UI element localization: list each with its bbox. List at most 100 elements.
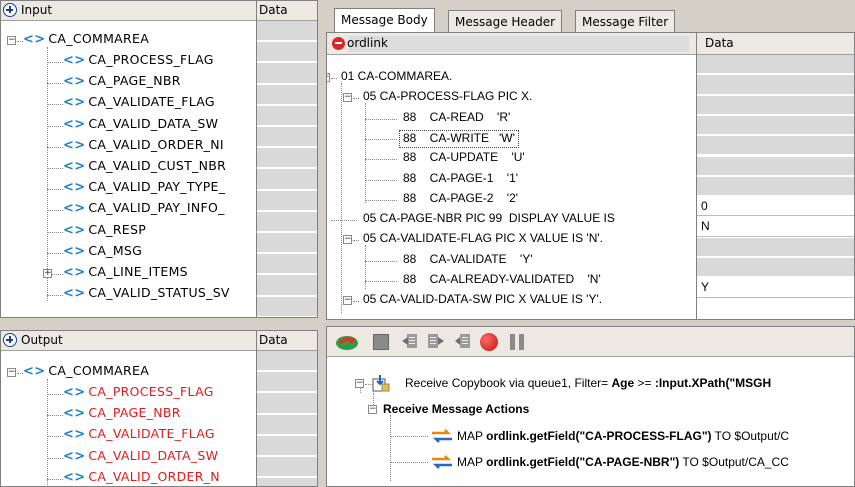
- tab-message-header[interactable]: Message Header: [448, 10, 563, 32]
- copybook-field[interactable]: 01 CA-COMMAREA.: [341, 69, 452, 87]
- collapse-icon[interactable]: [332, 37, 345, 50]
- data-cell[interactable]: [257, 211, 317, 232]
- tab-message-filter[interactable]: Message Filter: [575, 10, 676, 32]
- data-cell[interactable]: [257, 296, 317, 317]
- data-cell[interactable]: [697, 176, 854, 197]
- tab-message-body[interactable]: Message Body: [334, 8, 435, 32]
- tree-item[interactable]: <> CA_VALIDATE_FLAG: [63, 94, 256, 113]
- tree-item[interactable]: <> CA_LINE_ITEMS: [63, 264, 256, 283]
- tree-root[interactable]: <> CA_COMMAREA: [23, 31, 149, 50]
- tree-item[interactable]: <> CA_VALID_PAY_INFO_: [63, 200, 256, 219]
- copybook-field[interactable]: 88 CA-WRITE 'W': [399, 129, 519, 148]
- data-cell[interactable]: [697, 115, 854, 136]
- data-cell[interactable]: Y: [697, 278, 854, 298]
- data-cell[interactable]: [257, 148, 317, 169]
- data-cell[interactable]: [257, 84, 317, 105]
- data-cell[interactable]: [257, 169, 317, 190]
- data-cell[interactable]: [257, 275, 317, 296]
- tree-item[interactable]: <> CA_VALID_ORDER_N: [63, 469, 256, 486]
- tree-item[interactable]: <> CA_VALID_ORDER_NI: [63, 137, 256, 156]
- collapse-toggle[interactable]: −: [368, 405, 377, 414]
- tree-item[interactable]: <> CA_VALID_DATA_SW: [63, 448, 256, 467]
- tree-item[interactable]: <> CA_VALID_PAY_TYPE_: [63, 179, 256, 198]
- stop-icon[interactable]: [373, 334, 389, 350]
- data-cell[interactable]: [697, 136, 854, 156]
- tree-item[interactable]: <> CA_PROCESS_FLAG: [63, 52, 256, 71]
- data-cell[interactable]: [257, 478, 317, 486]
- map-action-1[interactable]: MAP ordlink.getField("CA-PROCESS-FLAG") …: [457, 429, 789, 443]
- collapse-toggle[interactable]: −: [7, 368, 16, 377]
- tree-item[interactable]: <> CA_VALID_STATUS_SV: [63, 285, 256, 304]
- copybook-field[interactable]: 05 CA-VALIDATE-FLAG PIC X VALUE IS 'N'.: [363, 231, 603, 249]
- breakpoint-icon[interactable]: [480, 333, 498, 351]
- copybook-field[interactable]: 88 CA-ALREADY-VALIDATED 'N': [403, 272, 601, 290]
- data-cell[interactable]: [257, 105, 317, 126]
- tree-item[interactable]: <> CA_PAGE_NBR: [63, 405, 256, 424]
- collapse-toggle[interactable]: −: [327, 73, 330, 82]
- collapse-toggle[interactable]: −: [355, 379, 364, 388]
- group-label: Receive Message Actions: [383, 402, 530, 416]
- tree-item[interactable]: <> CA_PAGE_NBR: [63, 73, 256, 92]
- data-cell[interactable]: [257, 414, 317, 435]
- data-cell[interactable]: [257, 435, 317, 456]
- copybook-field[interactable]: 88 CA-UPDATE 'U': [403, 150, 525, 168]
- pause-icon[interactable]: [510, 334, 524, 350]
- copybook-field[interactable]: 05 CA-PROCESS-FLAG PIC X.: [363, 89, 532, 107]
- tree-item-label: CA_PAGE_NBR: [88, 405, 181, 421]
- copybook-field[interactable]: 88 CA-VALIDATE 'Y': [403, 252, 533, 270]
- copybook-field[interactable]: 88 CA-PAGE-1 '1': [403, 171, 518, 189]
- data-cell[interactable]: [257, 351, 317, 372]
- receive-action[interactable]: Receive Copybook via queue1, Filter= Age…: [405, 376, 771, 390]
- map-target: TO $Output/C: [711, 429, 790, 443]
- data-cell[interactable]: [257, 42, 317, 63]
- tree-line: [365, 281, 397, 282]
- tree-line: [365, 245, 366, 290]
- data-cell[interactable]: [257, 457, 317, 478]
- tree-item[interactable]: <> CA_VALID_DATA_SW: [63, 116, 256, 135]
- copybook-field[interactable]: 88 CA-PAGE-2 '2': [403, 191, 518, 209]
- copybook-field[interactable]: 88 CA-READ 'R': [403, 110, 510, 128]
- tree-item[interactable]: <> CA_VALID_CUST_NBR: [63, 158, 256, 177]
- tree-item[interactable]: <> CA_VALIDATE_FLAG: [63, 426, 256, 445]
- data-cell[interactable]: [697, 55, 854, 75]
- step-into-icon[interactable]: [427, 333, 445, 351]
- copybook-field[interactable]: 05 CA-VALID-DATA-SW PIC X VALUE IS 'Y'.: [363, 292, 602, 310]
- expand-toggle[interactable]: +: [43, 269, 52, 278]
- step-out-icon[interactable]: [454, 333, 472, 351]
- tree-root[interactable]: <> CA_COMMAREA: [23, 363, 149, 382]
- data-cell[interactable]: N: [697, 217, 854, 237]
- tree-item[interactable]: <> CA_MSG: [63, 243, 256, 262]
- data-cell[interactable]: [257, 372, 317, 393]
- element-tag-icon: <>: [23, 32, 46, 47]
- tree-item[interactable]: <> CA_PROCESS_FLAG: [63, 384, 256, 403]
- step-over-icon[interactable]: [401, 333, 419, 351]
- tree-item[interactable]: <> CA_RESP: [63, 222, 256, 241]
- data-cell[interactable]: [697, 95, 854, 115]
- data-cell[interactable]: [257, 63, 317, 84]
- receive-expr: :Input.XPath("MSGH: [654, 376, 772, 390]
- data-cell[interactable]: [697, 258, 854, 278]
- collapse-toggle[interactable]: −: [343, 93, 352, 103]
- expand-all-icon[interactable]: [3, 333, 17, 347]
- data-cell[interactable]: [257, 233, 317, 254]
- run-icon[interactable]: [335, 333, 359, 351]
- data-value: 0: [701, 199, 708, 214]
- data-cell[interactable]: [257, 254, 317, 275]
- copybook-field-label: 88 CA-VALIDATE 'Y': [403, 251, 533, 266]
- data-cell[interactable]: [257, 393, 317, 414]
- input-panel: Input Data − <> CA_COMMAREA <> CA_PROCESS_FL…: [0, 0, 318, 318]
- collapse-toggle[interactable]: −: [343, 235, 352, 245]
- data-cell[interactable]: [697, 75, 854, 95]
- receive-message-actions-group[interactable]: Receive Message Actions: [383, 402, 529, 416]
- data-cell[interactable]: [697, 156, 854, 176]
- data-cell[interactable]: [257, 127, 317, 148]
- data-cell[interactable]: [257, 21, 317, 42]
- data-cell[interactable]: [257, 190, 317, 211]
- collapse-toggle[interactable]: −: [343, 296, 352, 306]
- data-cell[interactable]: 0: [697, 197, 854, 217]
- expand-all-icon[interactable]: [3, 3, 17, 17]
- data-cell[interactable]: [697, 237, 854, 257]
- copybook-field[interactable]: 05 CA-PAGE-NBR PIC 99 DISPLAY VALUE IS: [363, 211, 615, 229]
- map-action-2[interactable]: MAP ordlink.getField("CA-PAGE-NBR") TO $…: [457, 455, 789, 469]
- collapse-toggle[interactable]: −: [7, 36, 16, 45]
